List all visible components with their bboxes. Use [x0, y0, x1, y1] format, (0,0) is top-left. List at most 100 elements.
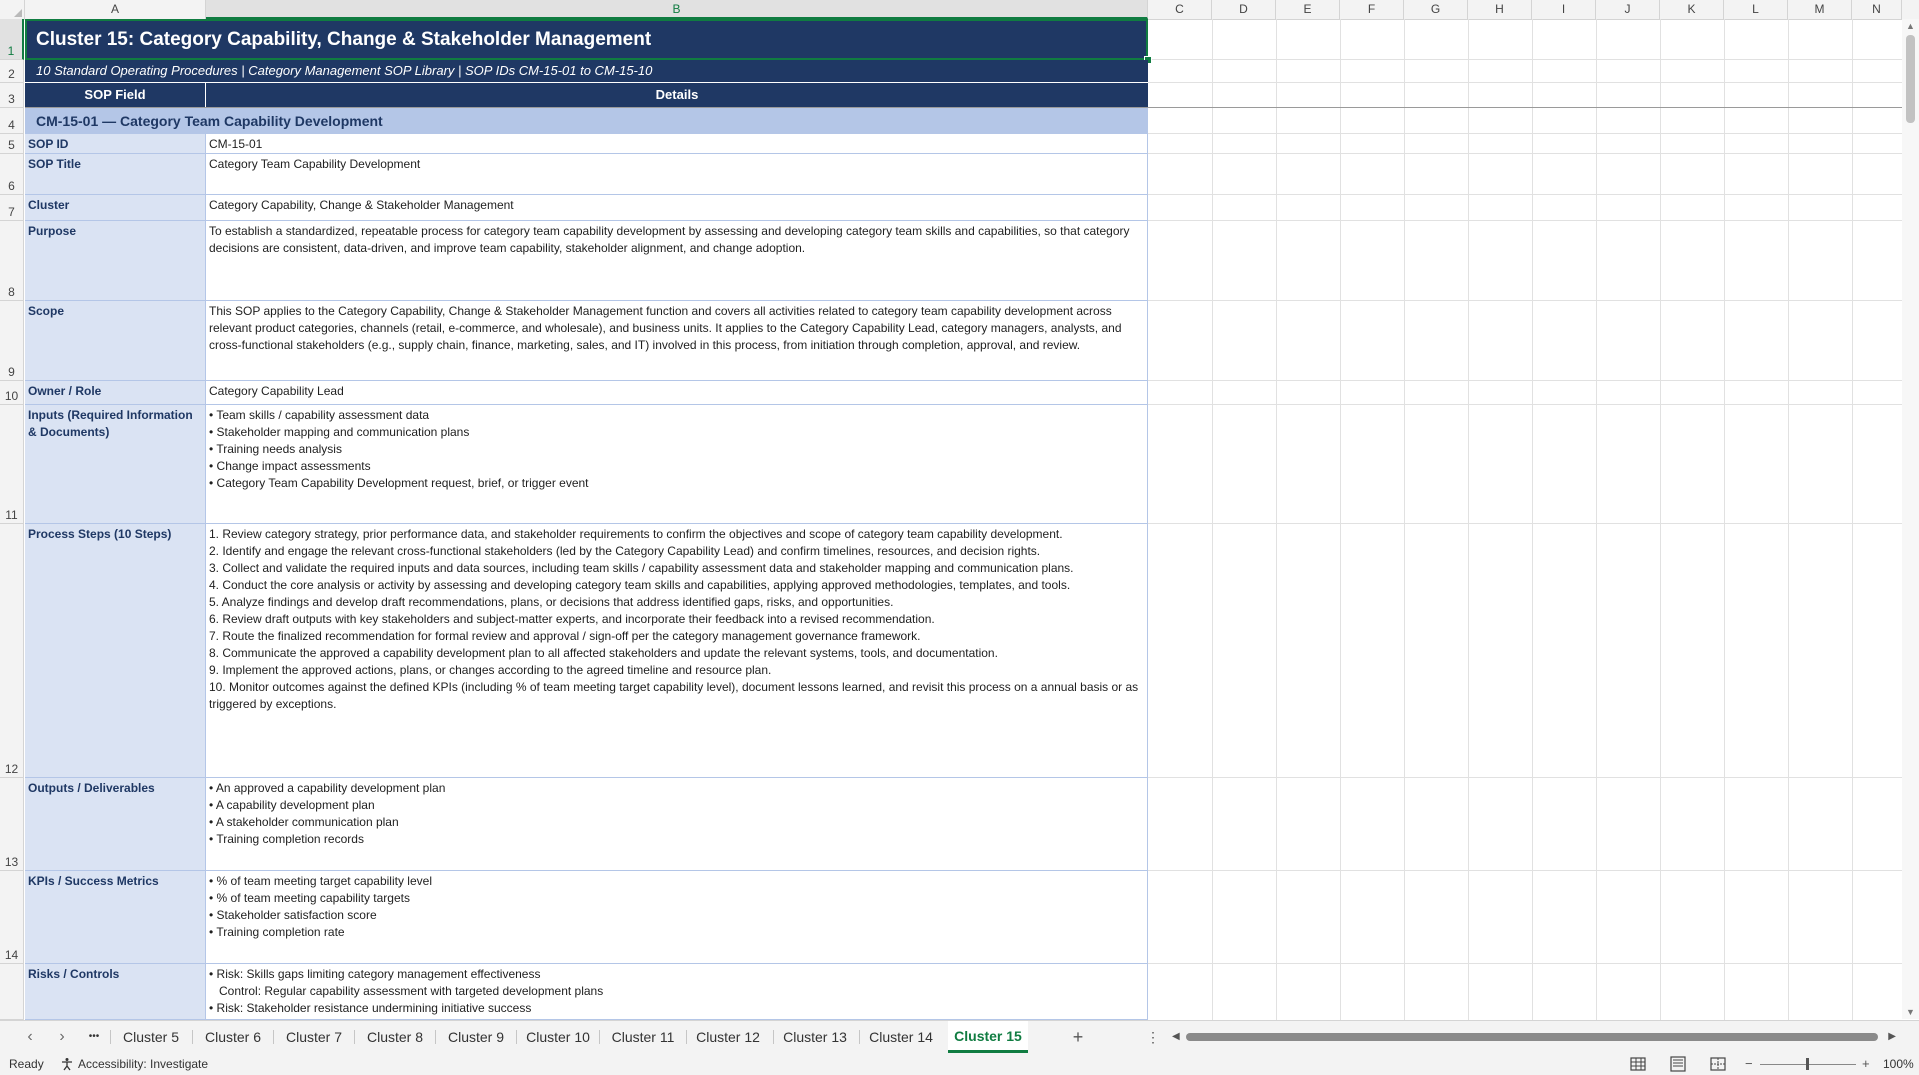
tab-next-icon[interactable]: ›	[50, 1021, 74, 1053]
column-header-f[interactable]: F	[1340, 0, 1404, 19]
row-header-11[interactable]: 11	[0, 405, 24, 524]
tab-cluster-6[interactable]: Cluster 6	[194, 1021, 272, 1053]
header-sop-field[interactable]: SOP Field	[25, 83, 206, 107]
column-header-g[interactable]: G	[1404, 0, 1468, 19]
vertical-scroll-thumb[interactable]	[1906, 35, 1915, 123]
normal-view-icon[interactable]	[1629, 1056, 1647, 1072]
select-all-corner[interactable]	[0, 0, 25, 19]
field-label-owner[interactable]: Owner / Role	[25, 381, 206, 405]
field-value-outputs[interactable]: • An approved a capability development p…	[206, 778, 1148, 871]
field-value-process-steps[interactable]: 1. Review category strategy, prior perfo…	[206, 524, 1148, 778]
field-label-cluster[interactable]: Cluster	[25, 195, 206, 221]
header-details[interactable]: Details	[206, 83, 1148, 107]
row-header-13[interactable]: 13	[0, 778, 24, 871]
sheet-title-cell[interactable]: Cluster 15: Category Capability, Change …	[25, 19, 1148, 60]
tab-options-icon[interactable]: ⋮	[1146, 1021, 1160, 1053]
row-header-15[interactable]	[0, 964, 24, 1020]
gridline	[1148, 82, 1902, 83]
column-header-j[interactable]: J	[1596, 0, 1660, 19]
row-header-3[interactable]: 3	[0, 83, 24, 108]
field-label-sop-id[interactable]: SOP ID	[25, 134, 206, 154]
tab-separator	[859, 1030, 860, 1044]
row-header-7[interactable]: 7	[0, 195, 24, 221]
row-header-5[interactable]: 5	[0, 134, 24, 154]
zoom-percent[interactable]: 100%	[1883, 1053, 1914, 1075]
sheet-subtitle-cell[interactable]: 10 Standard Operating Procedures | Categ…	[25, 60, 1148, 82]
tab-prev-icon[interactable]: ‹	[18, 1021, 42, 1053]
tab-cluster-14[interactable]: Cluster 14	[861, 1021, 941, 1053]
row-header-1[interactable]: 1	[0, 19, 24, 60]
field-label-kpis[interactable]: KPIs / Success Metrics	[25, 871, 206, 964]
column-header-c[interactable]: C	[1148, 0, 1212, 19]
gridline	[1148, 194, 1902, 195]
gridline	[1148, 153, 1902, 154]
field-value-kpis[interactable]: • % of team meeting target capability le…	[206, 871, 1148, 964]
scroll-down-icon[interactable]: ▼	[1902, 1005, 1919, 1019]
add-sheet-button[interactable]: +	[1066, 1021, 1090, 1053]
row-header-6[interactable]: 6	[0, 154, 24, 195]
sheet-tab-bar: ‹ › ••• Cluster 5 Cluster 6 Cluster 7 Cl…	[0, 1020, 1919, 1053]
field-label-scope[interactable]: Scope	[25, 301, 206, 381]
field-value-owner[interactable]: Category Capability Lead	[206, 381, 1148, 405]
column-header-d[interactable]: D	[1212, 0, 1276, 19]
horizontal-scroll-thumb[interactable]	[1186, 1033, 1878, 1041]
sop-section-header[interactable]: CM-15-01 — Category Team Capability Deve…	[25, 108, 1148, 134]
column-header-h[interactable]: H	[1468, 0, 1532, 19]
tab-cluster-7[interactable]: Cluster 7	[275, 1021, 353, 1053]
column-header-bar: A B C D E F G H I J K L M N	[0, 0, 1919, 20]
field-label-inputs[interactable]: Inputs (Required Information & Documents…	[25, 405, 206, 524]
row-header-10[interactable]: 10	[0, 381, 24, 405]
column-header-n[interactable]: N	[1852, 0, 1902, 19]
tab-cluster-5[interactable]: Cluster 5	[112, 1021, 190, 1053]
row-header-14[interactable]: 14	[0, 871, 24, 964]
row-header-9[interactable]: 9	[0, 301, 24, 381]
tab-cluster-13[interactable]: Cluster 13	[775, 1021, 855, 1053]
tab-separator	[273, 1030, 274, 1044]
column-header-a[interactable]: A	[25, 0, 206, 19]
accessibility-status[interactable]: Accessibility: Investigate	[60, 1053, 208, 1075]
tab-cluster-12[interactable]: Cluster 12	[688, 1021, 768, 1053]
field-value-sop-title[interactable]: Category Team Capability Development	[206, 154, 1148, 195]
tab-cluster-11[interactable]: Cluster 11	[601, 1021, 685, 1053]
column-header-l[interactable]: L	[1724, 0, 1788, 19]
column-header-b[interactable]: B	[206, 0, 1148, 19]
page-break-preview-icon[interactable]	[1709, 1056, 1727, 1072]
column-header-i[interactable]: I	[1532, 0, 1596, 19]
row-header-4[interactable]: 4	[0, 108, 24, 134]
horizontal-scrollbar[interactable]: ◀ ▶	[1172, 1030, 1896, 1044]
tab-cluster-8[interactable]: Cluster 8	[356, 1021, 434, 1053]
tab-separator	[516, 1030, 517, 1044]
scroll-right-icon[interactable]: ▶	[1888, 1030, 1896, 1044]
page-layout-view-icon[interactable]	[1669, 1056, 1687, 1072]
gridline	[1148, 59, 1902, 60]
tab-cluster-10[interactable]: Cluster 10	[518, 1021, 598, 1053]
field-value-risks[interactable]: • Risk: Skills gaps limiting category ma…	[206, 964, 1148, 1020]
vertical-scrollbar[interactable]: ▲ ▼	[1902, 19, 1919, 1019]
field-value-inputs[interactable]: • Team skills / capability assessment da…	[206, 405, 1148, 524]
row-header-12[interactable]: 12	[0, 524, 24, 778]
column-header-m[interactable]: M	[1788, 0, 1852, 19]
zoom-in-icon[interactable]: +	[1862, 1053, 1870, 1075]
row-header-8[interactable]: 8	[0, 221, 24, 301]
field-label-process-steps[interactable]: Process Steps (10 Steps)	[25, 524, 206, 778]
tab-separator	[599, 1030, 600, 1044]
row-header-2[interactable]: 2	[0, 60, 24, 83]
column-header-k[interactable]: K	[1660, 0, 1724, 19]
tab-cluster-9[interactable]: Cluster 9	[437, 1021, 515, 1053]
field-label-outputs[interactable]: Outputs / Deliverables	[25, 778, 206, 871]
tab-separator	[354, 1030, 355, 1044]
field-label-purpose[interactable]: Purpose	[25, 221, 206, 301]
field-value-purpose[interactable]: To establish a standardized, repeatable …	[206, 221, 1148, 301]
field-value-sop-id[interactable]: CM-15-01	[206, 134, 1148, 154]
field-label-sop-title[interactable]: SOP Title	[25, 154, 206, 195]
more-tabs-icon[interactable]: •••	[80, 1021, 108, 1053]
zoom-out-icon[interactable]: −	[1745, 1053, 1753, 1075]
scroll-up-icon[interactable]: ▲	[1902, 19, 1919, 33]
column-header-e[interactable]: E	[1276, 0, 1340, 19]
tab-cluster-15[interactable]: Cluster 15	[948, 1021, 1028, 1053]
field-label-risks[interactable]: Risks / Controls	[25, 964, 206, 1020]
field-value-cluster[interactable]: Category Capability, Change & Stakeholde…	[206, 195, 1148, 221]
zoom-slider-knob[interactable]	[1806, 1058, 1809, 1070]
scroll-left-icon[interactable]: ◀	[1172, 1030, 1180, 1044]
field-value-scope[interactable]: This SOP applies to the Category Capabil…	[206, 301, 1148, 381]
